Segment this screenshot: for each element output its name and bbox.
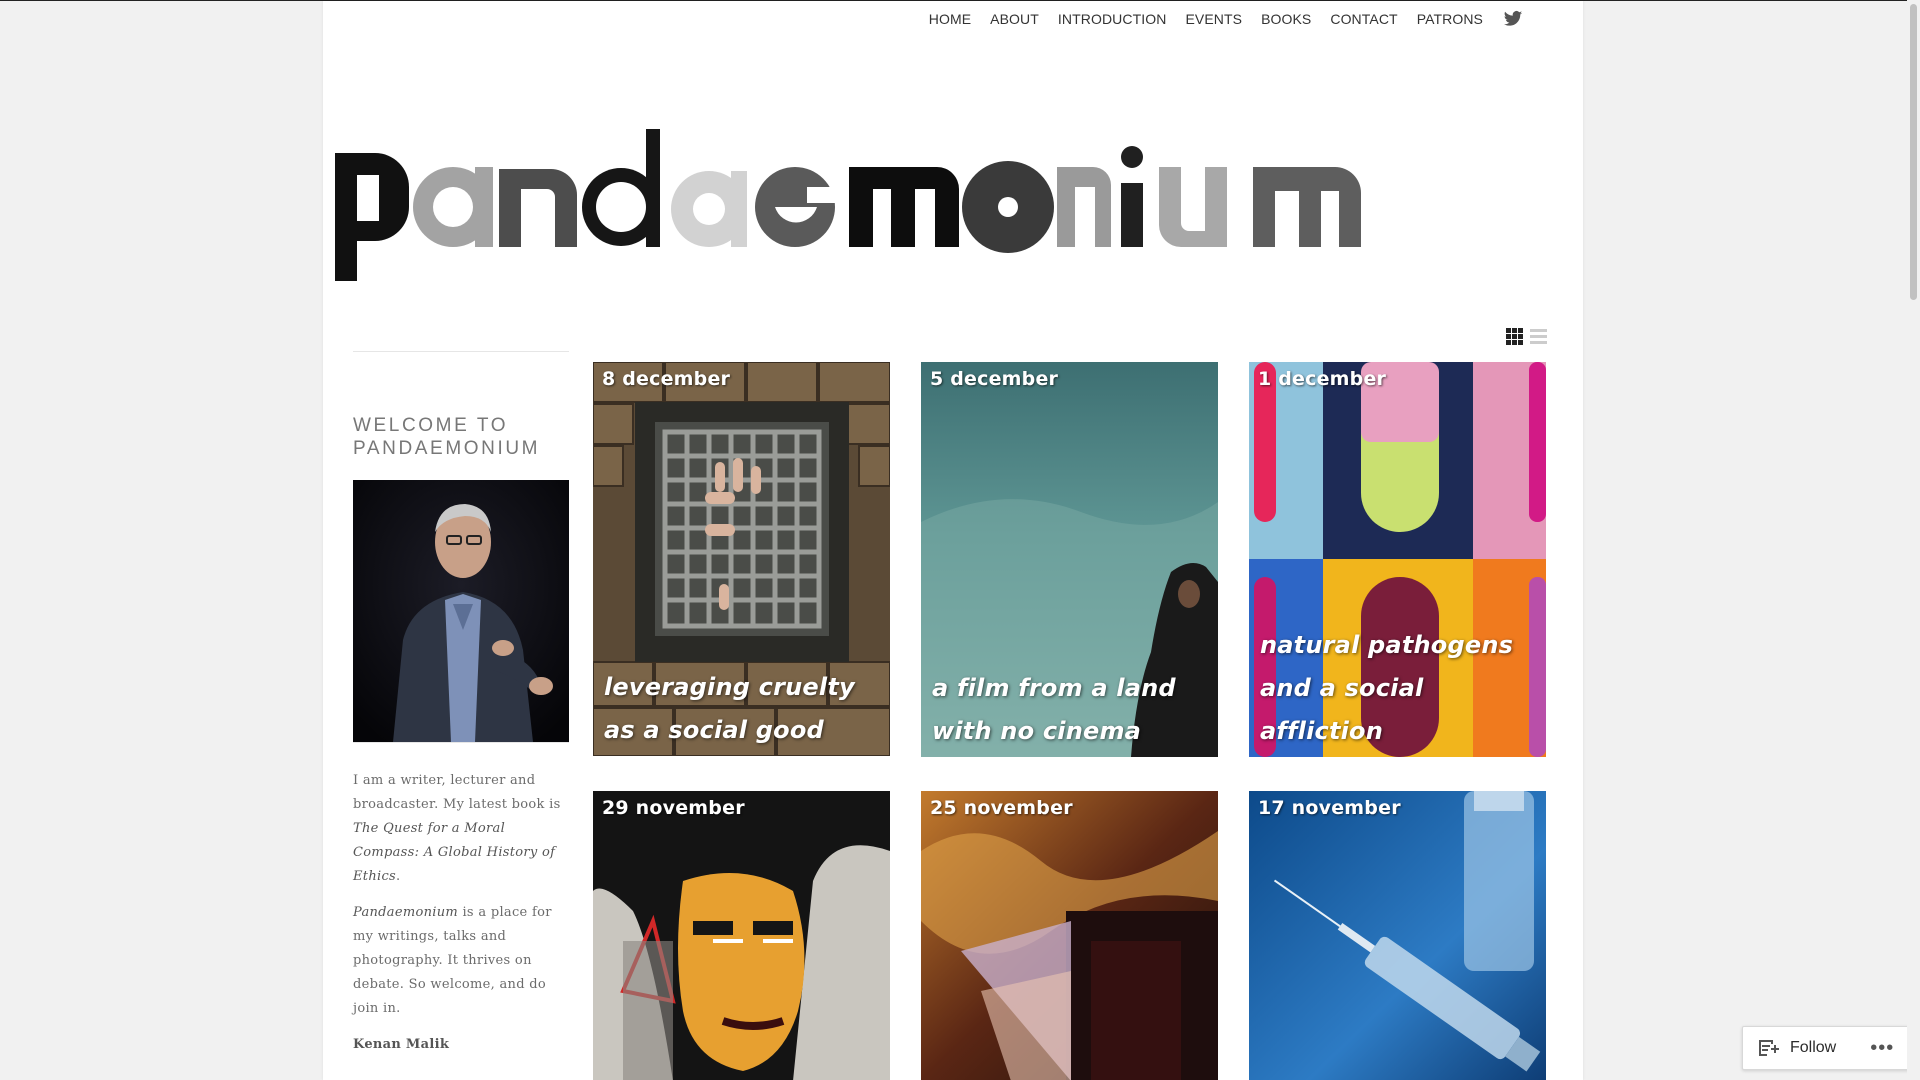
post-date: 5 december: [930, 368, 1059, 390]
post-card[interactable]: 5 december a film from a land with no ci…: [921, 362, 1218, 757]
post-caption: leveraging cruelty as a social good: [604, 673, 855, 744]
grid-view-icon[interactable]: [1506, 328, 1523, 345]
bio-text-end: .: [396, 869, 401, 884]
post-date: 29 november: [602, 797, 745, 819]
post-card[interactable]: 25 november: [921, 791, 1218, 1080]
post-date: 8 december: [602, 368, 731, 390]
pandaemonium-wordmark: [335, 129, 1361, 281]
nav-events[interactable]: EVENTS: [1185, 11, 1242, 27]
view-toggle: [1506, 328, 1547, 345]
site-name: Pandaemonium: [353, 905, 459, 920]
author-portrait: [353, 480, 569, 742]
nav-home[interactable]: HOME: [929, 11, 971, 27]
scrollbar[interactable]: [1907, 0, 1920, 1080]
post-card[interactable]: 8 december leveraging cruelty as a socia…: [593, 362, 890, 756]
post-caption: a film from a land with no cinema: [932, 674, 1176, 745]
post-date: 17 november: [1258, 797, 1401, 819]
bio-text-2: is a place for my writings, talks and ph…: [353, 905, 552, 1016]
post-date: 25 november: [930, 797, 1073, 819]
nav-books[interactable]: BOOKS: [1261, 11, 1311, 27]
reader-follow-icon[interactable]: [1757, 1037, 1781, 1059]
page-container: HOME ABOUT INTRODUCTION EVENTS BOOKS CON…: [323, 1, 1583, 1080]
bio-paragraph-2: Pandaemonium is a place for my writings,…: [353, 901, 569, 1021]
more-options-icon[interactable]: •••: [1870, 1037, 1894, 1060]
sidebar-divider: [353, 351, 569, 352]
scrollbar-thumb[interactable]: [1910, 4, 1917, 300]
sidebar: WELCOME TO PANDAEMONIUM I am a writer, l…: [353, 351, 569, 1069]
post-date: 1 december: [1258, 368, 1387, 390]
author-bio: I am a writer, lecturer and broadcaster.…: [353, 742, 569, 1057]
book-title: The Quest for a Moral Compass: A Global …: [353, 821, 556, 884]
follow-widget: Follow •••: [1742, 1026, 1915, 1070]
post-card[interactable]: 29 november: [593, 791, 890, 1080]
post-card[interactable]: 17 november: [1249, 791, 1546, 1080]
post-thumbnail: [921, 791, 1218, 1080]
post-caption: natural pathogens and a social afflictio…: [1260, 631, 1514, 745]
nav-about[interactable]: ABOUT: [990, 11, 1039, 27]
author-signature: Kenan Malik: [353, 1037, 450, 1052]
nav-introduction[interactable]: INTRODUCTION: [1058, 11, 1167, 27]
bio-text: I am a writer, lecturer and broadcaster.…: [353, 773, 561, 812]
welcome-widget-title: WELCOME TO PANDAEMONIUM: [353, 415, 541, 459]
list-view-icon[interactable]: [1530, 328, 1547, 345]
post-thumbnail: [593, 791, 890, 1080]
nav-contact[interactable]: CONTACT: [1330, 11, 1397, 27]
post-card[interactable]: 1 december natural pathogens and a socia…: [1249, 362, 1546, 757]
bio-paragraph-1: I am a writer, lecturer and broadcaster.…: [353, 769, 569, 889]
main-navigation: HOME ABOUT INTRODUCTION EVENTS BOOKS CON…: [910, 9, 1523, 29]
nav-patrons[interactable]: PATRONS: [1417, 11, 1483, 27]
follow-button[interactable]: Follow: [1790, 1039, 1836, 1057]
post-thumbnail: [1249, 791, 1546, 1080]
site-logo[interactable]: [335, 129, 1565, 289]
twitter-icon[interactable]: [1503, 9, 1523, 29]
